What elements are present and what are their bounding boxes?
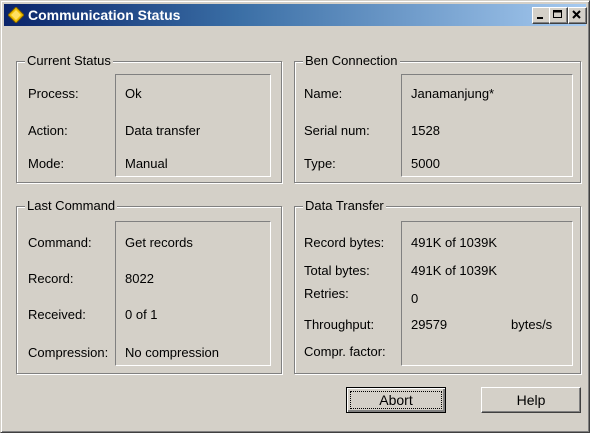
minimize-icon xyxy=(537,17,543,19)
command-label: Command: xyxy=(28,235,92,250)
compression-value: No compression xyxy=(125,345,219,360)
maximize-button[interactable] xyxy=(549,7,568,24)
action-label: Action: xyxy=(28,123,68,138)
compr-factor-label: Compr. factor: xyxy=(304,344,386,359)
current-status-legend: Current Status xyxy=(25,53,113,69)
compression-label: Compression: xyxy=(28,345,109,360)
retries-value: 0 xyxy=(411,291,419,306)
process-value: Ok xyxy=(125,86,142,101)
data-transfer-legend: Data Transfer xyxy=(303,198,386,214)
received-label: Received: xyxy=(28,307,86,322)
name-value: Janamanjung* xyxy=(411,86,495,101)
focus-rectangle xyxy=(350,391,442,409)
total-bytes-label: Total bytes: xyxy=(304,263,370,278)
process-label: Process: xyxy=(28,86,79,101)
maximize-icon xyxy=(553,10,562,18)
mode-label: Mode: xyxy=(28,156,65,171)
type-value: 5000 xyxy=(411,156,440,171)
mode-value: Manual xyxy=(125,156,168,171)
record-bytes-label: Record bytes: xyxy=(304,235,385,250)
command-value: Get records xyxy=(125,235,193,250)
window-title: Communication Status xyxy=(28,7,181,23)
serial-num-value: 1528 xyxy=(411,123,440,138)
communication-status-window: Communication Status Current Status Proc… xyxy=(0,0,590,433)
abort-button[interactable]: Abort xyxy=(346,387,446,413)
throughput-unit: bytes/s xyxy=(511,317,553,332)
type-label: Type: xyxy=(304,156,336,171)
close-button[interactable] xyxy=(568,7,587,24)
current-status-group: Current Status Process: Ok Action: Data … xyxy=(16,53,282,183)
record-value: 8022 xyxy=(125,271,154,286)
title-bar[interactable]: Communication Status xyxy=(4,4,587,26)
help-button-label: Help xyxy=(516,392,546,408)
help-button[interactable]: Help xyxy=(481,387,581,413)
total-bytes-value: 491K of 1039K xyxy=(411,263,498,278)
action-value: Data transfer xyxy=(125,123,201,138)
last-command-group: Last Command Command: Get records Record… xyxy=(16,198,282,374)
close-icon xyxy=(572,10,581,19)
diamond-app-icon xyxy=(8,7,24,23)
ben-connection-legend: Ben Connection xyxy=(303,53,400,69)
ben-connection-group: Ben Connection Name: Janamanjung* Serial… xyxy=(294,53,581,183)
throughput-label: Throughput: xyxy=(304,317,375,332)
throughput-value: 29579 xyxy=(411,317,448,332)
retries-label: Retries: xyxy=(304,286,349,301)
record-bytes-value: 491K of 1039K xyxy=(411,235,498,250)
received-value: 0 of 1 xyxy=(125,307,158,322)
last-command-legend: Last Command xyxy=(25,198,118,214)
record-label: Record: xyxy=(28,271,74,286)
name-label: Name: xyxy=(304,86,343,101)
serial-num-label: Serial num: xyxy=(304,123,370,138)
data-transfer-group: Data Transfer Record bytes: 491K of 1039… xyxy=(294,198,581,374)
